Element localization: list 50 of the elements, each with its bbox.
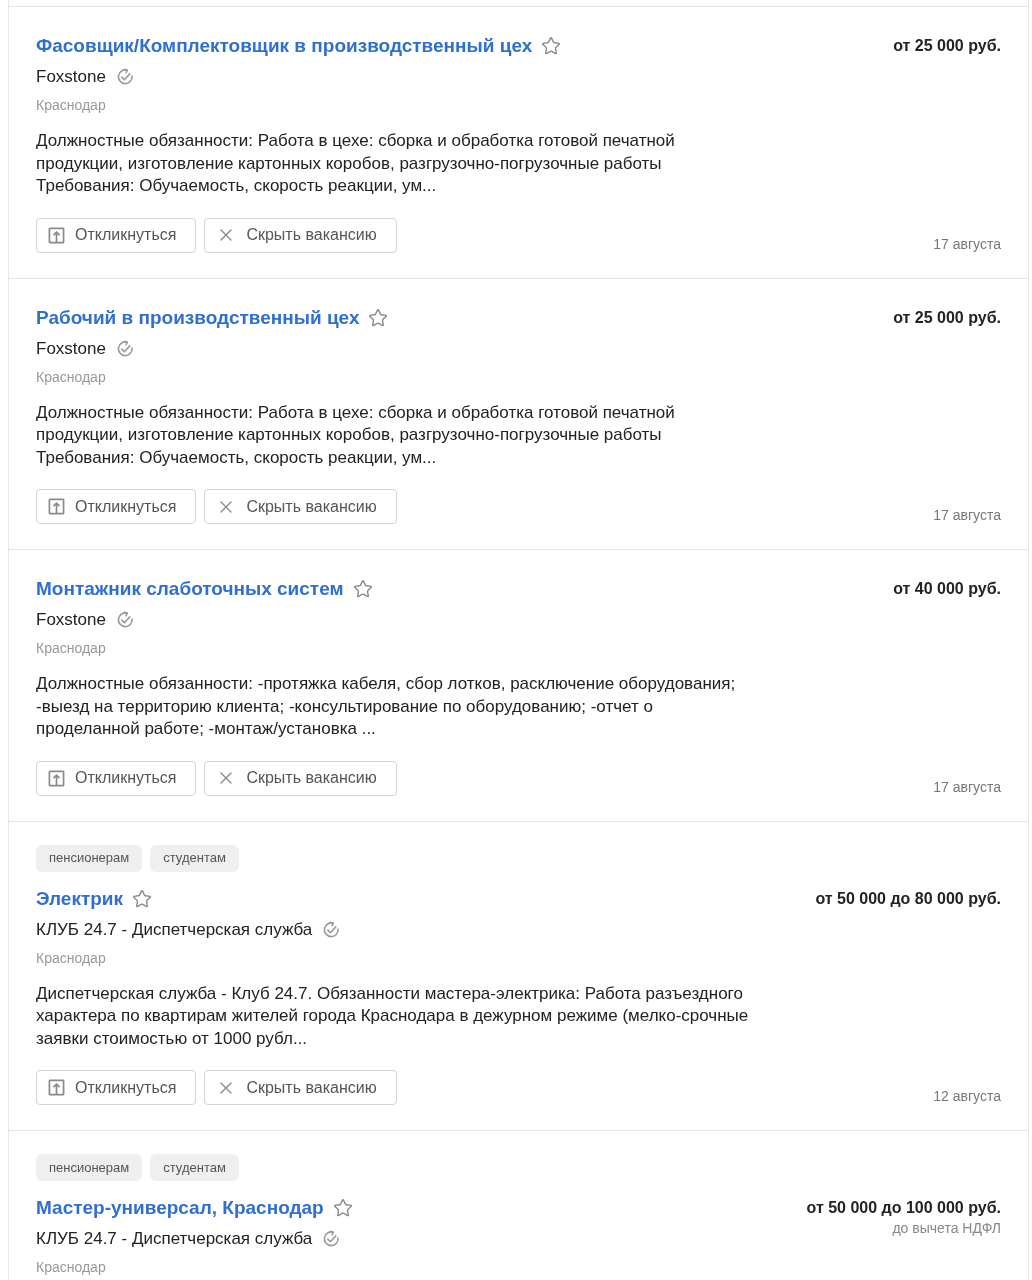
company-link[interactable]: КЛУБ 24.7 - Диспетчерская служба	[36, 918, 313, 941]
hide-button[interactable]: Скрыть вакансию	[204, 217, 397, 253]
salary-text: от 50 000 до 100 000 руб.	[806, 1198, 1001, 1218]
tag: студентам	[150, 844, 239, 872]
location-text: Краснодар	[36, 948, 106, 968]
respond-button[interactable]: Откликнуться	[36, 1070, 197, 1105]
respond-button[interactable]: Откликнуться	[36, 217, 197, 253]
salary-text: от 50 000 до 80 000 руб.	[815, 888, 1001, 909]
vacancy-description: Должностные обязанности: Работа в цехе: сборка и обработка готовой печатной продукции, изготовление картонных коробов, разгрузочно-погрузочные работы Требования: Обучаемость, скорость реакции, ум...	[36, 130, 676, 197]
salary-note: до вычета НДФЛ	[892, 1220, 1001, 1236]
company-link[interactable]: КЛУБ 24.7 - Диспетчерская служба	[36, 1228, 313, 1250]
company-link[interactable]: Foxstone	[36, 609, 106, 631]
hide-button[interactable]: Скрыть вакансию	[204, 760, 397, 796]
vacancy-description: Должностные обязанности: Работа в цехе: сборка и обработка готовой печатной продукции, изготовление картонных коробов, разгрузочно-погрузочные работы Требования: Обучаемость, скорость реакции, ум...	[36, 401, 676, 469]
upload-icon	[48, 226, 65, 244]
upload-icon	[48, 498, 65, 515]
location-text: Краснодар	[36, 1258, 106, 1277]
upload-icon	[48, 1079, 65, 1096]
vacancy-description: Диспетчерская служба - Клуб 24.7. Обязанности мастера-электрика: Работа разъездного характера по квартирам жителей города Краснодара в дежурном режиме (мелко-срочные заявки стоимостью от 1000 рубл...	[36, 982, 750, 1050]
salary-text: от 40 000 руб.	[893, 579, 1001, 599]
favorite-star-icon[interactable]	[332, 1198, 353, 1218]
salary-text: от 25 000 руб.	[893, 36, 1001, 56]
vacancy-title-link[interactable]: Электрик	[36, 886, 124, 911]
date-text: 12 августа	[933, 1087, 1001, 1106]
location-text: Краснодар	[36, 639, 106, 658]
date-text: 17 августа	[933, 234, 1001, 254]
respond-button[interactable]: Откликнуться	[36, 760, 197, 796]
favorite-star-icon[interactable]	[541, 36, 562, 56]
location-text: Краснодар	[36, 96, 106, 115]
vacancy-title-link[interactable]: Мастер-универсал, Краснодар	[36, 1196, 324, 1220]
respond-button[interactable]: Откликнуться	[36, 489, 197, 524]
hide-button[interactable]: Скрыть вакансию	[204, 1070, 397, 1105]
tag: студентам	[150, 1154, 239, 1181]
favorite-star-icon[interactable]	[368, 307, 389, 328]
company-link[interactable]: Foxstone	[36, 66, 106, 88]
vacancy-title-link[interactable]: Рабочий в производственный цех	[36, 305, 360, 330]
location-text: Краснодар	[36, 367, 106, 387]
salary-text: от 25 000 руб.	[893, 307, 1001, 328]
date-text: 17 августа	[933, 506, 1001, 525]
vacancy-description: Должностные обязанности: -протяжка кабеля, сбор лотков, расключение оборудования; -выезд на территорию клиента; -консультирование по оборудованию; -отчет о проделанной работе; -монтаж/установка ...	[36, 673, 737, 740]
tag: пенсионерам	[36, 1154, 143, 1181]
vacancy-title-link[interactable]: Монтажник слаботочных систем	[36, 577, 344, 601]
hide-button[interactable]: Скрыть вакансию	[204, 489, 397, 524]
favorite-star-icon[interactable]	[352, 579, 373, 599]
upload-icon	[48, 769, 65, 787]
tag: пенсионерам	[36, 844, 143, 872]
vacancy-title-link[interactable]: Фасовщик/Комплектовщик в производственный цех	[36, 34, 533, 58]
company-link[interactable]: Foxstone	[36, 337, 106, 360]
favorite-star-icon[interactable]	[132, 888, 153, 909]
date-text: 17 августа	[933, 777, 1001, 797]
